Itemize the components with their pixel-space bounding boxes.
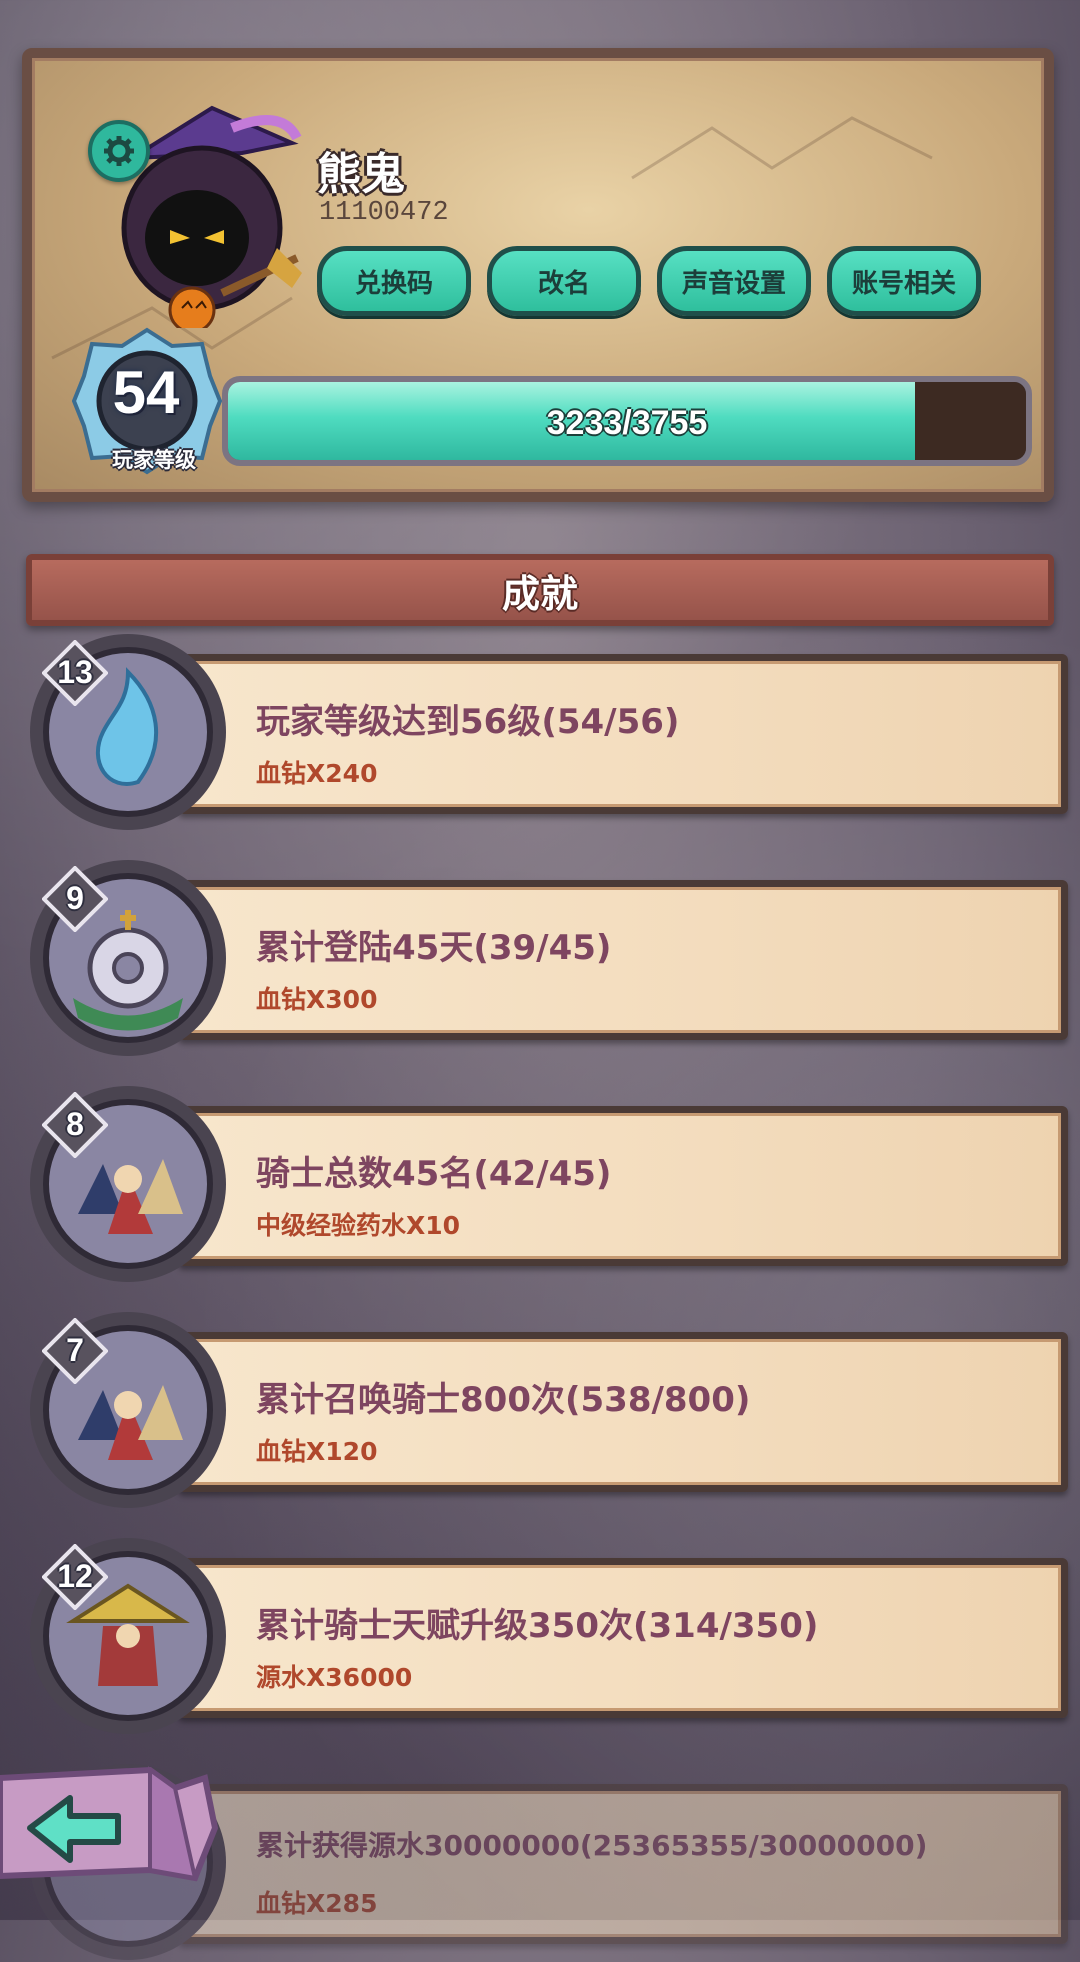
xp-progress-bar: 3233/3755 (222, 376, 1032, 466)
profile-panel: 熊鬼 11100472 兑换码 改名 声音设置 账号相关 3233/3755 5… (22, 48, 1054, 502)
redeem-code-button[interactable]: 兑换码 (317, 246, 471, 316)
achievement-reward: 血钻X285 (256, 1889, 378, 1918)
achievement-row[interactable]: 12 累计骑士天赋升级350次(314/350) 源水X36000 (28, 1536, 1068, 1736)
achievement-reward: 血钻X240 (256, 759, 378, 788)
achievement-title: 累计登陆45天(39/45) (256, 928, 612, 968)
achievement-reward: 血钻X120 (256, 1437, 378, 1466)
achievement-row[interactable]: 7 累计召唤骑士800次(538/800) 血钻X120 (28, 1310, 1068, 1510)
player-name: 熊鬼 (317, 149, 405, 200)
gear-icon (104, 136, 134, 166)
achievement-title: 骑士总数45名(42/45) (256, 1154, 612, 1194)
profile-actions: 兑换码 改名 声音设置 账号相关 (317, 246, 981, 316)
achievement-badge-number: 8 (66, 1106, 84, 1142)
achievements-title: 成就 (501, 571, 578, 616)
player-level: 54 (112, 359, 180, 426)
achievement-reward: 源水X36000 (256, 1663, 413, 1692)
xp-text: 3233/3755 (546, 404, 708, 442)
achievement-row[interactable]: 8 骑士总数45名(42/45) 中级经验药水X10 (28, 1084, 1068, 1284)
achievement-badge-number: 13 (57, 654, 93, 690)
achievement-reward: 中级经验药水X10 (256, 1211, 461, 1240)
achievement-card[interactable] (178, 1784, 1068, 1944)
achievement-title: 累计骑士天赋升级350次(314/350) (256, 1606, 819, 1646)
achievement-title: 累计获得源水30000000(25365355/30000000) (256, 1829, 928, 1862)
achievement-reward: 血钻X300 (256, 985, 378, 1014)
settings-button[interactable] (88, 120, 150, 182)
achievement-badge-number: 7 (66, 1332, 84, 1368)
achievements-header: 成就 (26, 554, 1054, 626)
achievement-title: 累计召唤骑士800次(538/800) (256, 1380, 751, 1420)
account-button[interactable]: 账号相关 (827, 246, 981, 316)
achievement-title: 玩家等级达到56级(54/56) (256, 702, 680, 742)
player-id: 11100472 (319, 198, 449, 228)
achievement-badge-number: 12 (57, 1558, 93, 1594)
sound-settings-button[interactable]: 声音设置 (657, 246, 811, 316)
achievement-row[interactable]: 9 累计登陆45天(39/45) 血钻X300 (28, 858, 1068, 1058)
player-level-label: 玩家等级 (112, 448, 196, 472)
achievement-badge-number: 9 (66, 880, 84, 916)
rename-button[interactable]: 改名 (487, 246, 641, 316)
back-button[interactable] (0, 1758, 230, 1908)
achievement-row[interactable]: 13 玩家等级达到56级(54/56) 血钻X240 (28, 632, 1068, 832)
